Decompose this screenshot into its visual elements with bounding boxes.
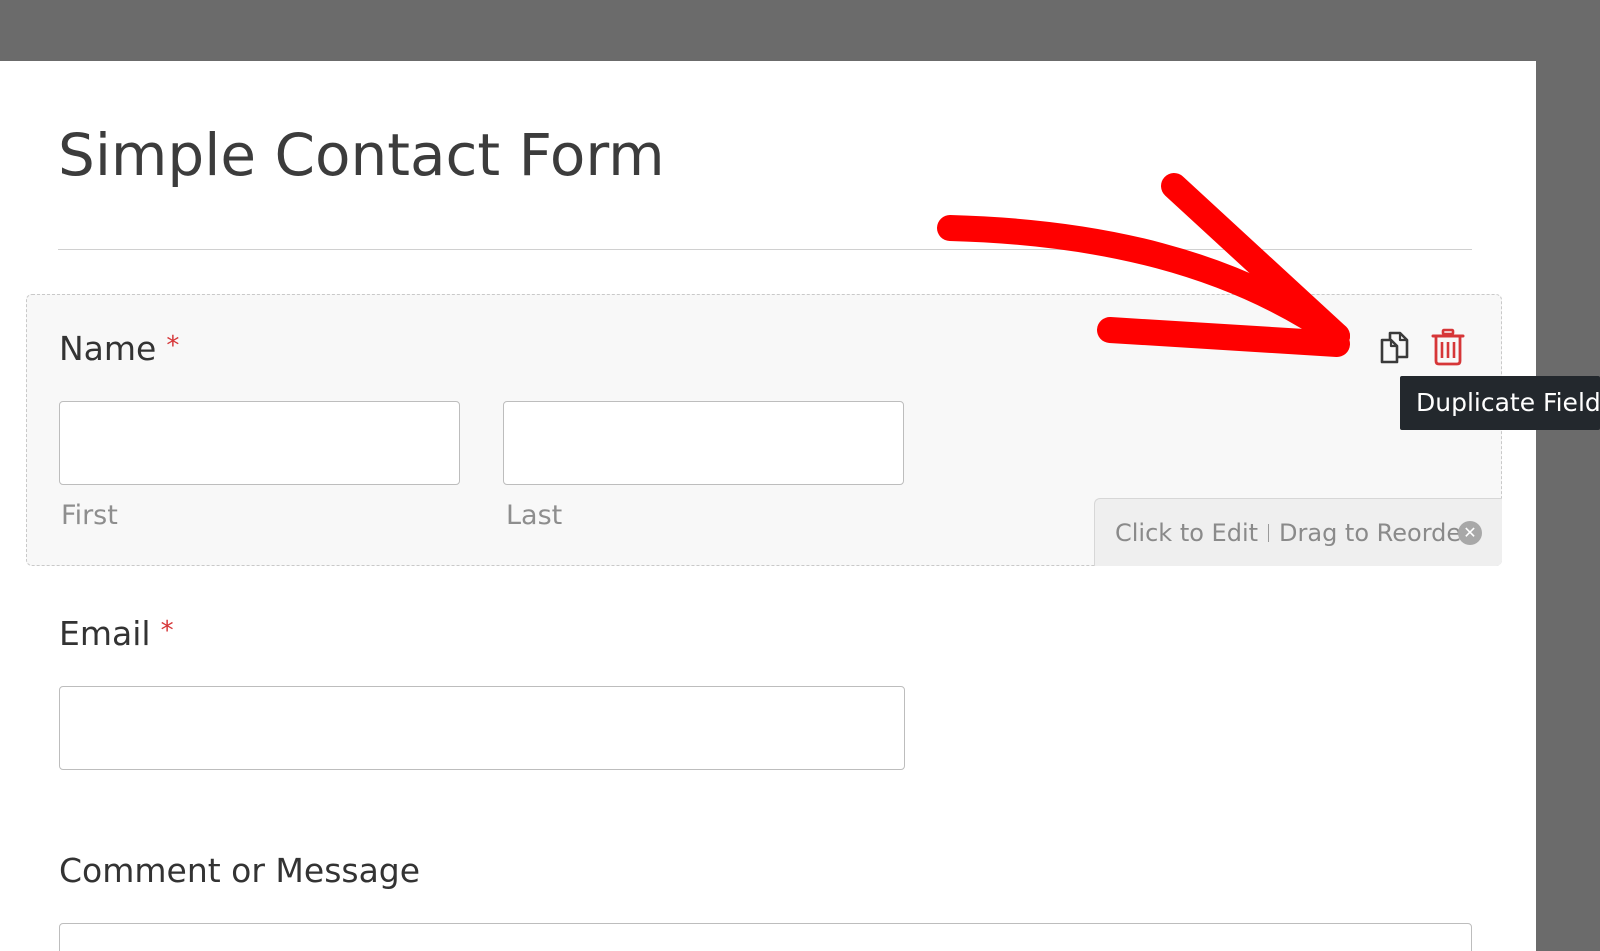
name-field-label: Name *: [59, 329, 179, 369]
title-divider: [58, 249, 1472, 250]
close-circle-icon[interactable]: ✕: [1458, 521, 1482, 545]
duplicate-field-tooltip: Duplicate Field: [1400, 376, 1600, 430]
first-name-sublabel: First: [61, 500, 118, 531]
email-field-label: Email *: [59, 614, 174, 654]
drag-to-reorder-hint: Drag to Reorder: [1279, 518, 1472, 547]
click-to-edit-hint: Click to Edit: [1115, 518, 1259, 547]
last-name-input[interactable]: [503, 401, 904, 485]
message-textarea[interactable]: [59, 923, 1472, 951]
duplicate-icon[interactable]: [1376, 327, 1416, 367]
first-name-input[interactable]: [59, 401, 460, 485]
field-hint-bar: Click to Edit Drag to Reorder ✕: [1094, 498, 1502, 566]
form-title: Simple Contact Form: [58, 121, 665, 189]
hint-separator: [1268, 523, 1270, 542]
name-required-mark: *: [166, 331, 180, 361]
message-field-label: Comment or Message: [59, 851, 421, 890]
email-required-mark: *: [160, 616, 174, 646]
last-name-sublabel: Last: [506, 500, 563, 531]
name-label-text: Name: [59, 329, 157, 368]
email-label-text: Email: [59, 614, 151, 653]
builder-stage: Simple Contact Form Name * First Last Dup…: [0, 0, 1600, 951]
trash-icon[interactable]: [1428, 327, 1468, 367]
email-input[interactable]: [59, 686, 905, 770]
